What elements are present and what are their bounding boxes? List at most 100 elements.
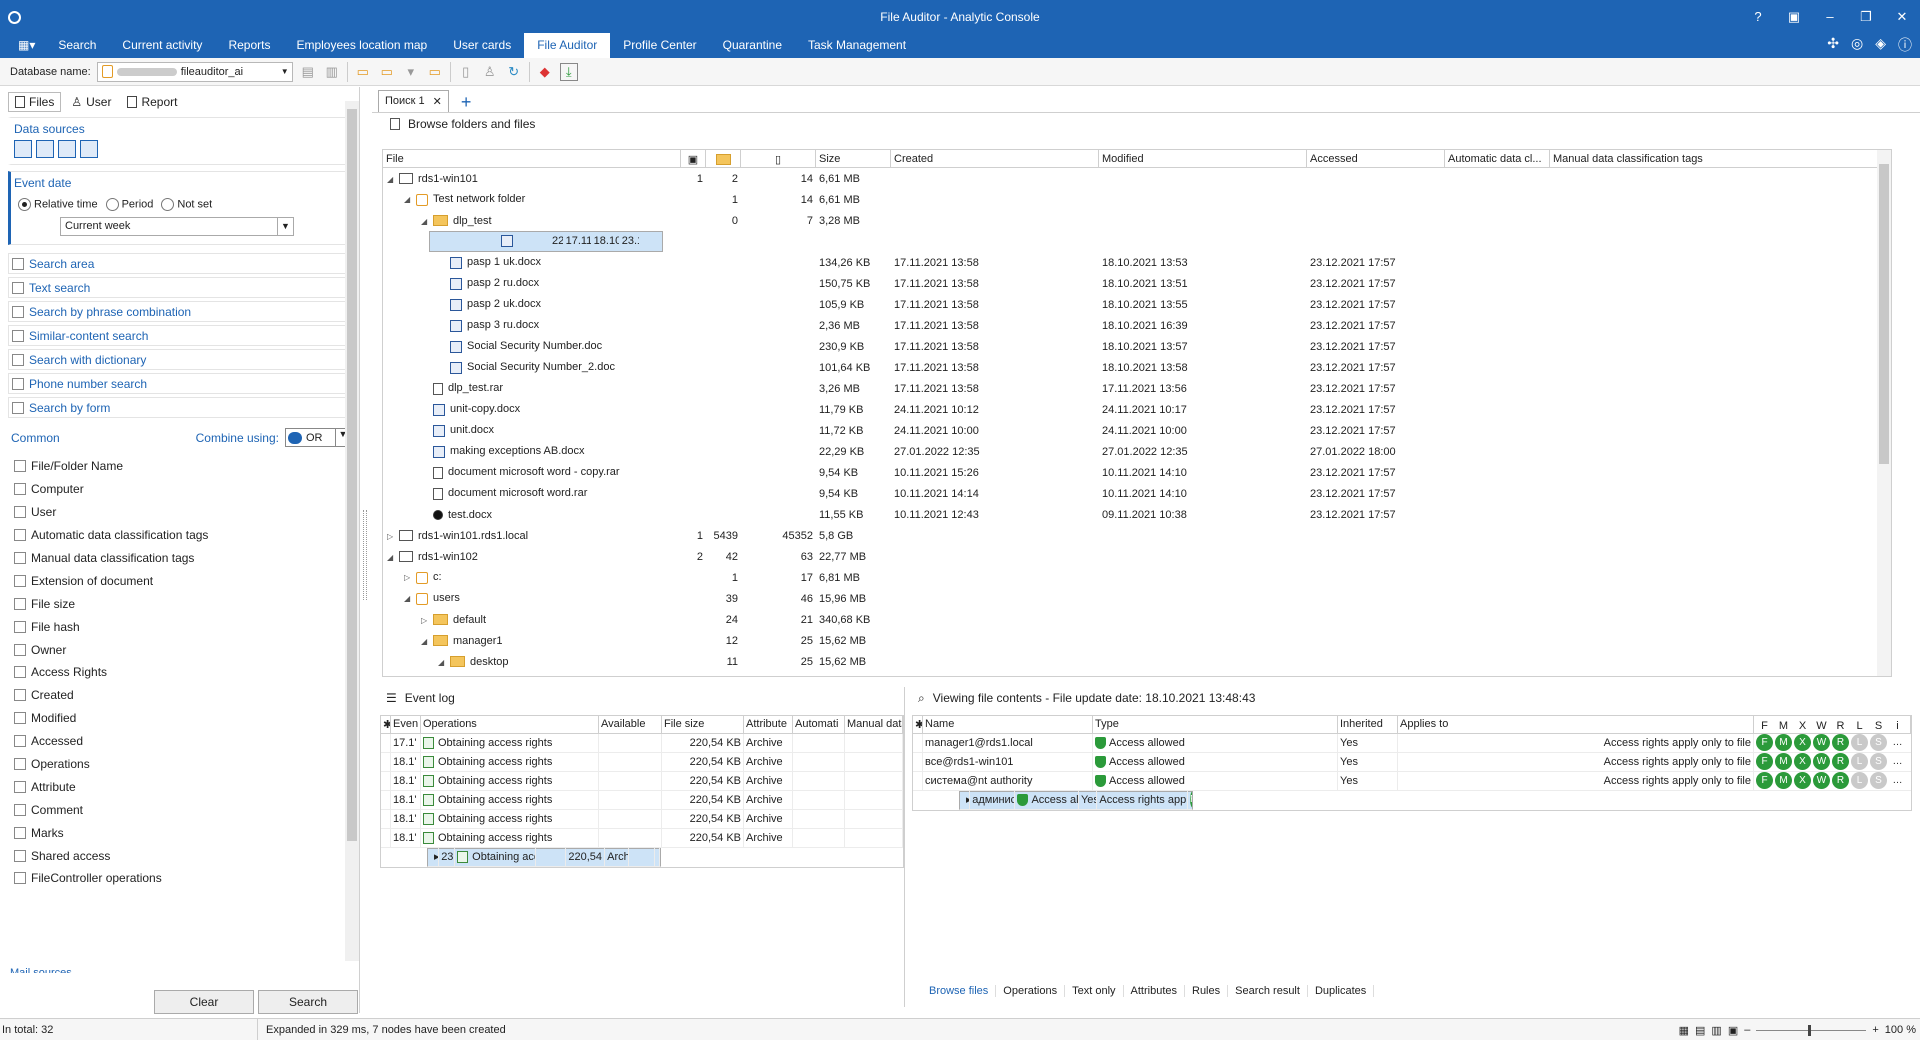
tree-row[interactable]: ▷ rds1-win101.rds1.local 1 5439 45352 5,8 GB [383, 525, 1891, 546]
expander-icon[interactable]: ◢ [404, 594, 416, 603]
checkbox[interactable] [14, 483, 26, 496]
expander-icon[interactable]: ▷ [421, 616, 433, 625]
expander-icon[interactable]: ◢ [438, 658, 450, 667]
tree-row[interactable]: ◢ manager1 12 25 15,62 MB [383, 630, 1891, 651]
menu-item-reports[interactable]: Reports [215, 33, 283, 58]
tree-row[interactable]: unit-copy.docx 11,79 KB 24.11.2021 10:12 24… [383, 399, 1891, 420]
table-row[interactable]: 17.1' Obtaining access rights 220,54 KB Arc… [381, 733, 903, 753]
tree-row[interactable]: pasp 2 uk.docx 105,9 KB 17.11.2021 13:58 18… [383, 294, 1891, 315]
tree-row[interactable]: Social Security Number_2.doc 101,64 KB 17.… [383, 357, 1891, 378]
tab-search-result[interactable]: Search result [1228, 985, 1308, 997]
menu-item-employees-location-map[interactable]: Employees location map [283, 33, 440, 58]
add-tab-icon[interactable]: + [461, 92, 472, 112]
acl-row[interactable]: manager1@rds1.local Access allowed Yes Acce… [913, 733, 1911, 753]
refresh-icon[interactable]: ↻ [505, 63, 523, 81]
checkbox[interactable] [14, 574, 26, 587]
checkbox[interactable] [14, 689, 26, 702]
tab-search-1[interactable]: Поиск 1 ✕ [378, 90, 449, 112]
expander-icon[interactable]: ◢ [421, 637, 433, 646]
col-files-icon[interactable]: ▯ [741, 150, 816, 167]
tree-row[interactable]: dlp_test.rar 3,26 MB 17.11.2021 13:58 17.11… [383, 378, 1891, 399]
common-filter[interactable]: Owner [8, 638, 351, 661]
checkbox[interactable] [14, 529, 26, 542]
tree-row[interactable]: document microsoft word - copy.rar 9,54 K… [383, 462, 1891, 483]
menu-item-task-management[interactable]: Task Management [795, 33, 919, 58]
acl-row[interactable]: все@rds1-win101 Access allowed Yes Access r… [913, 752, 1911, 772]
common-filter[interactable]: Marks [8, 821, 351, 844]
panel-splitter[interactable] [363, 510, 367, 600]
common-filter[interactable]: Created [8, 684, 351, 707]
tree-row[interactable]: document microsoft word.rar 9,54 KB 10.11.… [383, 483, 1891, 504]
more-icon[interactable]: … [1889, 772, 1906, 789]
col-accessed[interactable]: Accessed [1307, 150, 1445, 167]
import-icon[interactable]: ▭ [426, 63, 444, 81]
tag-icon[interactable]: ◆ [536, 63, 554, 81]
search-option[interactable]: Search by form [8, 397, 351, 418]
common-filter[interactable]: Computer [8, 478, 351, 501]
search-option[interactable]: Similar-content search [8, 325, 351, 346]
menu-item-file-auditor[interactable]: File Auditor [524, 33, 611, 58]
tree-row[interactable]: ▷ c: 1 17 6,81 MB [383, 567, 1891, 588]
table-row[interactable]: 18.1' Obtaining access rights 220,54 KB Arc… [381, 790, 903, 810]
download-icon[interactable]: ⤓ [559, 62, 578, 81]
common-filter[interactable]: User [8, 501, 351, 524]
col-manual[interactable]: Manual data cla [845, 716, 903, 733]
checkbox[interactable] [12, 353, 24, 366]
tab-duplicates[interactable]: Duplicates [1308, 985, 1375, 997]
tree-row[interactable]: ◢ users 39 46 15,96 MB [383, 588, 1891, 609]
checkbox[interactable] [14, 552, 26, 564]
tree-row[interactable]: test.docx 11,55 KB 10.11.2021 12:43 09.11.2… [383, 504, 1891, 525]
expander-icon[interactable]: ◢ [404, 195, 416, 204]
menu-item-profile-center[interactable]: Profile Center [610, 33, 709, 58]
cube-icon[interactable]: ◈ [1875, 35, 1886, 55]
menu-item-search[interactable]: Search [45, 33, 109, 58]
close-button[interactable]: ✕ [1884, 0, 1920, 33]
expander-icon[interactable]: ◢ [387, 175, 399, 184]
col-folders-icon[interactable] [706, 150, 741, 167]
table-row[interactable]: 18.1' Obtaining access rights 220,54 KB Arc… [381, 771, 903, 791]
tree-row[interactable]: ◢ rds1-win101 1 2 14 6,61 MB [383, 168, 1891, 189]
tab-files[interactable]: Files [8, 92, 62, 112]
source-computer-icon[interactable] [14, 140, 32, 158]
checkbox[interactable] [14, 849, 26, 862]
col-attribute[interactable]: Attribute [744, 716, 793, 733]
col-modified[interactable]: Modified [1099, 150, 1307, 167]
tree-row[interactable]: ◢ rds1-win102 2 42 63 22,77 MB [383, 546, 1891, 567]
col-type[interactable]: Type [1093, 716, 1338, 733]
checkbox[interactable] [12, 305, 24, 318]
export-icon[interactable]: ▭ [378, 63, 396, 81]
view-layout-icon[interactable]: ▤ [1695, 1024, 1705, 1037]
tree-row[interactable]: ◢ dlp_test 0 7 3,28 MB [383, 210, 1891, 231]
checkbox[interactable] [12, 401, 24, 414]
tree-row[interactable]: unit.docx 11,72 KB 24.11.2021 10:00 24.11.2… [383, 420, 1891, 441]
col-available[interactable]: Available [599, 716, 662, 733]
zoom-slider[interactable] [1756, 1024, 1867, 1036]
common-filter[interactable]: Access Rights [8, 661, 351, 684]
common-filter[interactable]: FileController operations [8, 867, 351, 890]
checkbox[interactable] [14, 826, 26, 839]
expander-icon[interactable]: ◢ [387, 553, 399, 562]
view-normal-icon[interactable]: ▦ [1679, 1024, 1689, 1037]
col-computers-icon[interactable]: ▣ [681, 150, 706, 167]
zoom-out-icon[interactable]: – [1744, 1024, 1750, 1036]
checkbox[interactable] [14, 735, 26, 748]
common-filter[interactable]: Operations [8, 753, 351, 776]
api-icon[interactable]: ◎ [1851, 35, 1863, 55]
restore-layout-icon[interactable]: ▣ [1776, 0, 1812, 33]
common-filter[interactable]: Shared access [8, 844, 351, 867]
common-filter[interactable]: File hash [8, 615, 351, 638]
checkbox[interactable] [14, 643, 26, 656]
radio-period[interactable]: Period [105, 198, 153, 211]
view-print-icon[interactable]: ▣ [1728, 1024, 1738, 1037]
col-inherited[interactable]: Inherited [1338, 716, 1398, 733]
tree-row[interactable]: ◢ desktop 11 25 15,62 MB [383, 651, 1891, 672]
col-file[interactable]: File [383, 150, 681, 167]
checkbox[interactable] [14, 506, 26, 519]
search-option[interactable]: Phone number search [8, 373, 351, 394]
combine-select[interactable]: OR ▼ [285, 428, 351, 447]
table-row[interactable]: 18.1' Obtaining access rights 220,54 KB Arc… [381, 809, 903, 829]
tab-text-only[interactable]: Text only [1065, 985, 1124, 997]
acl-row[interactable]: ▸администраторы@builtinAccess allowedYes… [959, 791, 1193, 810]
checkbox[interactable] [14, 780, 26, 793]
more-icon[interactable]: … [1889, 753, 1906, 770]
